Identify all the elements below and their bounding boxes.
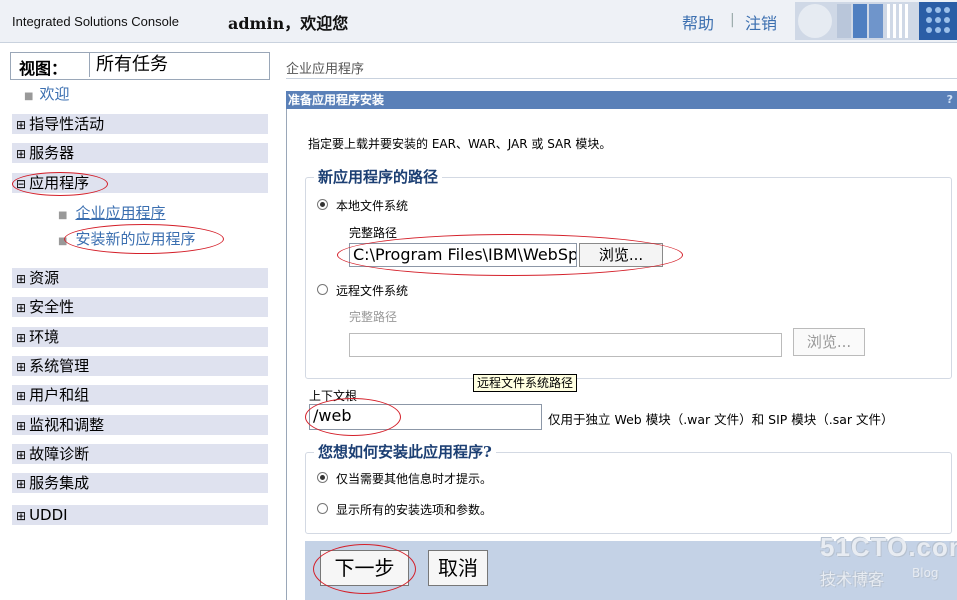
remote-path-input[interactable] (349, 333, 782, 357)
expand-icon: ⊞ (16, 331, 27, 345)
annotation-ellipse-applications (12, 172, 108, 196)
local-fs-label: 本地文件系统 (336, 199, 409, 213)
help-icon[interactable]: ? (947, 91, 953, 109)
nav-item-uddi[interactable]: ⊞ UDDI (12, 505, 268, 525)
remote-fs-label: 远程文件系统 (336, 284, 409, 298)
header-separator: | (730, 12, 735, 28)
nav-item-resources[interactable]: ⊞ 资源 (12, 268, 268, 288)
local-fs-radio[interactable] (317, 199, 328, 210)
instruction-text: 指定要上载并要安装的 EAR、WAR、JAR 或 SAR 模块。 (308, 137, 612, 151)
nav-item-label: 故障诊断 (29, 445, 90, 463)
annotation-ellipse-install-new-app (64, 224, 224, 254)
nav-item-label: 监视和调整 (29, 416, 105, 434)
nav-item-troubleshooting[interactable]: ⊞ 故障诊断 (12, 444, 268, 464)
install-options-fieldset (305, 452, 952, 534)
install-options-legend: 您想如何安装此应用程序? (314, 441, 496, 462)
bullet-icon: ■ (58, 210, 68, 221)
expand-icon: ⊞ (16, 118, 27, 132)
header-banner-graphic (795, 2, 957, 40)
product-name: Integrated Solutions Console (12, 14, 179, 29)
show-all-options-label: 显示所有的安装选项和参数。 (336, 503, 493, 517)
panel-title-bar: 准备应用程序安装 ? (286, 91, 957, 109)
welcome-user: admin，欢迎您 (228, 14, 349, 33)
view-select[interactable]: 所有任务 (89, 53, 272, 77)
nav-item-label: 安全性 (29, 298, 75, 316)
nav-item-label: 服务器 (29, 144, 75, 162)
expand-icon: ⊞ (16, 272, 27, 286)
expand-icon: ⊞ (16, 448, 27, 462)
nav-subitem-enterprise-apps[interactable]: ■ 企业应用程序 (58, 202, 165, 223)
nav-welcome[interactable]: ■ 欢迎 (24, 83, 69, 104)
expand-icon: ⊞ (16, 509, 27, 523)
expand-icon: ⊞ (16, 419, 27, 433)
annotation-ellipse-local-path (337, 234, 683, 276)
nav-item-label: UDDI (29, 506, 68, 524)
nav-subitem-label: 企业应用程序 (75, 204, 166, 222)
nav-item-service-integration[interactable]: ⊞ 服务集成 (12, 473, 268, 493)
nav-item-label: 系统管理 (29, 357, 90, 375)
nav-item-label: 资源 (29, 269, 60, 287)
cancel-button[interactable]: 取消 (428, 550, 488, 586)
expand-icon: ⊞ (16, 389, 27, 403)
breadcrumb-divider (286, 78, 957, 79)
local-full-path-label: 完整路径 (349, 226, 398, 240)
logout-link[interactable]: 注销 (745, 10, 777, 34)
nav-welcome-label: 欢迎 (39, 85, 70, 103)
navigation-tree: 视图： 所有任务 ■ 欢迎 ⊞ 指导性活动 ⊞ 服务器 ⊟ 应用程序 ■ 企业应用程序 ■… (0, 52, 272, 600)
expand-icon: ⊞ (16, 360, 27, 374)
nav-item-monitoring[interactable]: ⊞ 监视和调整 (12, 415, 268, 435)
context-root-note: 仅用于独立 Web 模块（.war 文件）和 SIP 模块（.sar 文件） (548, 412, 894, 427)
nav-item-guided-activities[interactable]: ⊞ 指导性活动 (12, 114, 268, 134)
nav-item-users-groups[interactable]: ⊞ 用户和组 (12, 385, 268, 405)
watermark-site: 51CTO.com (820, 532, 957, 562)
view-label: 视图： (19, 59, 68, 78)
remote-fs-radio[interactable] (317, 284, 328, 295)
nav-item-label: 环境 (29, 328, 60, 346)
show-all-options-radio[interactable] (317, 503, 328, 514)
watermark-blog: Blog (912, 566, 939, 580)
nav-item-label: 用户和组 (29, 386, 90, 404)
nav-item-label: 服务集成 (29, 474, 90, 492)
help-link[interactable]: 帮助 (682, 10, 714, 34)
annotation-ellipse-context-root (305, 398, 401, 436)
panel-title: 准备应用程序安装 (288, 93, 385, 107)
prompt-only-label: 仅当需要其他信息时才提示。 (336, 472, 493, 486)
bullet-icon: ■ (24, 91, 34, 102)
nav-item-security[interactable]: ⊞ 安全性 (12, 297, 268, 317)
remote-browse-button[interactable]: 浏览... (793, 328, 865, 356)
console-header: Integrated Solutions Console admin，欢迎您 帮… (0, 0, 957, 43)
prompt-only-radio[interactable] (317, 472, 328, 483)
nav-item-label: 指导性活动 (29, 115, 105, 133)
annotation-ellipse-next (313, 544, 416, 594)
nav-item-servers[interactable]: ⊞ 服务器 (12, 143, 268, 163)
expand-icon: ⊞ (16, 147, 27, 161)
nav-item-environment[interactable]: ⊞ 环境 (12, 327, 268, 347)
breadcrumb[interactable]: 企业应用程序 (286, 58, 364, 77)
remote-path-tooltip: 远程文件系统路径 (473, 374, 578, 392)
watermark-tagline: 技术博客 (820, 570, 885, 589)
view-selector[interactable]: 视图： 所有任务 (10, 52, 270, 80)
app-path-legend: 新应用程序的路径 (314, 166, 443, 187)
nav-item-system-admin[interactable]: ⊞ 系统管理 (12, 356, 268, 376)
expand-icon: ⊞ (16, 477, 27, 491)
remote-full-path-label: 完整路径 (349, 310, 398, 324)
expand-icon: ⊞ (16, 301, 27, 315)
